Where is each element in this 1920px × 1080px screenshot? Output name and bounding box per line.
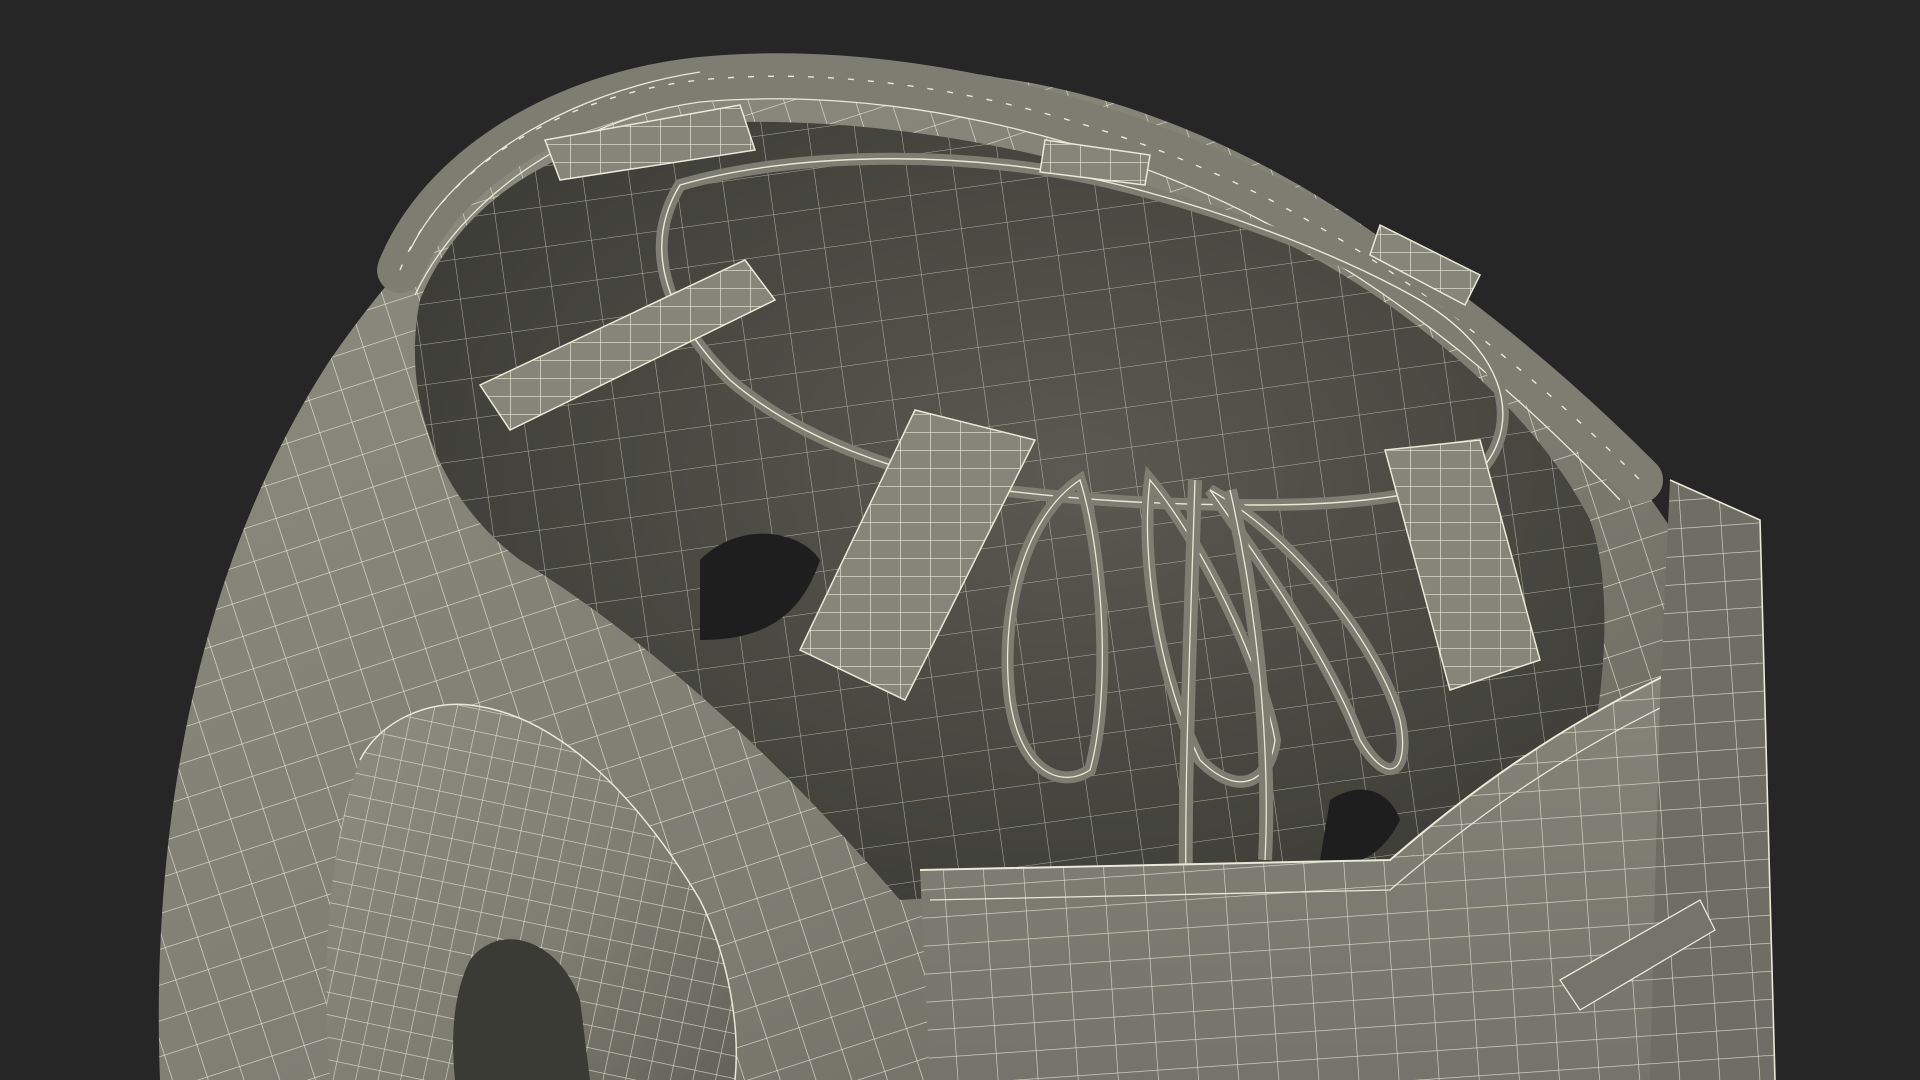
helmet-wireframe-render <box>158 53 1776 1080</box>
render-viewport <box>0 0 1920 1080</box>
